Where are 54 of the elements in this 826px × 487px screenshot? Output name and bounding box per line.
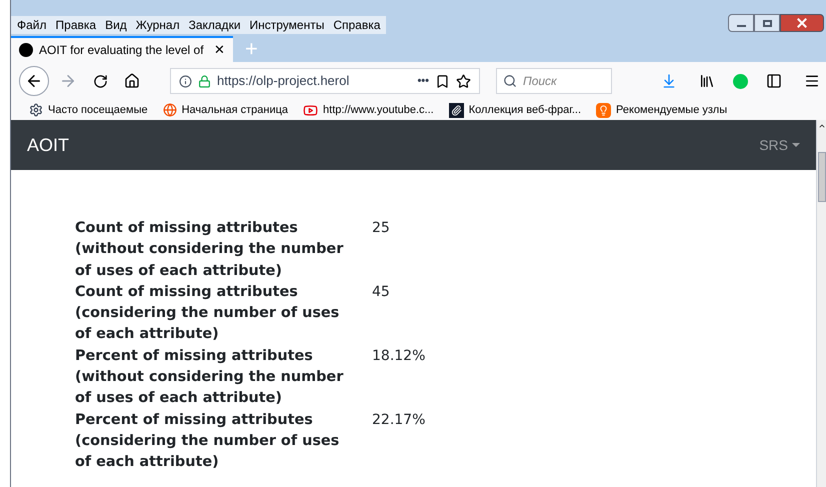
bookmark-link[interactable]: Коллекция веб-фраг... <box>468 102 582 118</box>
download-icon[interactable] <box>661 73 677 89</box>
lock-icon <box>198 74 211 88</box>
sidebar-icon[interactable] <box>766 73 782 89</box>
close-tab-button[interactable]: ✕ <box>214 40 225 60</box>
menu-item[interactable]: Закладки <box>188 16 241 34</box>
stat-value: 25 <box>372 219 390 238</box>
menu-item[interactable]: Справка <box>333 16 380 34</box>
menu-item[interactable]: Журнал <box>136 16 180 34</box>
home-icon[interactable] <box>124 73 140 89</box>
info-icon <box>179 74 192 88</box>
scroll-up-icon[interactable] <box>818 122 826 130</box>
play-icon <box>303 102 318 118</box>
search-icon <box>503 74 517 88</box>
more-button[interactable]: ••• <box>417 72 429 90</box>
globe-icon <box>162 103 177 117</box>
lightbulb-icon <box>596 102 612 118</box>
stat-label: Percent of missing attributes (considering the number of uses of each attribute) <box>75 410 340 472</box>
stat-label: Count of missing attributes (considering the number of uses of each attribute) <box>75 282 340 344</box>
minimize-button[interactable] <box>728 14 754 32</box>
tab-title: AOIT for evaluating the level of <box>39 42 205 59</box>
back-button[interactable] <box>19 66 49 96</box>
star-icon[interactable] <box>456 74 471 88</box>
stat-value: 45 <box>372 282 390 302</box>
close-window-button[interactable] <box>780 14 824 32</box>
brand-link[interactable]: AOIT <box>27 132 70 158</box>
menu-icon[interactable] <box>804 73 820 89</box>
srs-dropdown[interactable]: SRS <box>759 134 800 156</box>
site-icon <box>19 43 33 57</box>
menu-item[interactable]: Правка <box>56 16 96 34</box>
menu-item[interactable]: Файл <box>17 16 47 34</box>
menu-item[interactable]: Вид <box>105 16 127 34</box>
scrollbar-thumb[interactable] <box>818 152 826 202</box>
address-bar[interactable]: https://olp-project.herol ••• <box>170 68 480 94</box>
clip-icon <box>448 102 464 118</box>
search-input[interactable]: Поиск <box>523 72 603 90</box>
bookmark-link[interactable]: Часто посещаемые <box>48 102 148 118</box>
reload-icon[interactable] <box>93 74 108 88</box>
maximize-button[interactable] <box>754 14 780 32</box>
bookmark-link[interactable]: http://www.youtube.c... <box>323 102 434 118</box>
stat-label: Percent of missing attributes (without considering the number of uses of each attribute) <box>75 346 344 408</box>
bookmark-link[interactable]: Начальная страница <box>182 102 288 118</box>
close-icon <box>797 18 807 28</box>
stat-value: 22.17% <box>372 410 426 430</box>
scrollbar[interactable] <box>816 120 826 487</box>
menu-item[interactable]: Инструменты <box>250 16 324 34</box>
library-icon[interactable] <box>699 73 715 89</box>
stat-label: Count of missing attributes (without considering the number of uses of each attribute) <box>75 219 344 281</box>
search-field[interactable]: Поиск <box>496 68 612 94</box>
bookmark-link[interactable]: Рекомендуемые узлы <box>616 102 728 118</box>
url-text: https://olp-project.herol <box>217 72 350 90</box>
gear-icon <box>29 103 43 117</box>
browser-tab[interactable]: AOIT for evaluating the level of ✕ <box>11 36 233 62</box>
stat-value: 18.12% <box>372 346 426 366</box>
